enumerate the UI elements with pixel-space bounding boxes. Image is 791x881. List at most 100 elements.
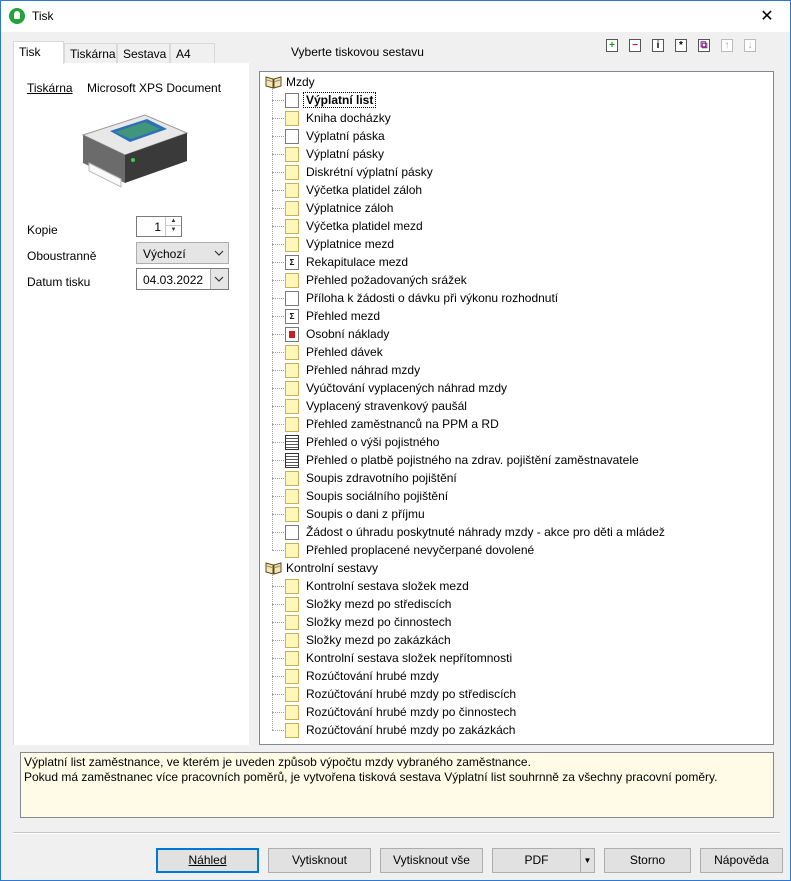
tree-item[interactable]: Vyplacený stravenkový paušál xyxy=(260,397,770,415)
tab-sestava[interactable]: Sestava xyxy=(117,43,170,63)
tree-item-label: Rozúčtování hrubé mzdy po činnostech xyxy=(306,705,517,719)
tree-group[interactable]: Mzdy xyxy=(260,73,770,91)
tree-item[interactable]: Diskrétní výplatní pásky xyxy=(260,163,770,181)
tree-item[interactable]: Σ Rekapitulace mezd xyxy=(260,253,770,271)
tree-item[interactable]: Osobní náklady xyxy=(260,325,770,343)
date-label: Datum tisku xyxy=(27,275,91,289)
folder-icon xyxy=(285,705,299,720)
tree-item[interactable]: Přehled o výši pojistného xyxy=(260,433,770,451)
tree-connector xyxy=(272,190,284,191)
tree-item[interactable]: Výčetka platidel mezd xyxy=(260,217,770,235)
tree-item[interactable]: Soupis zdravotního pojištění xyxy=(260,469,770,487)
tree-item[interactable]: Výplatní páska xyxy=(260,127,770,145)
folder-icon xyxy=(285,651,299,666)
tree-item-label: Rozúčtování hrubé mzdy xyxy=(306,669,439,683)
move-down-icon[interactable]: ↓ xyxy=(744,39,756,52)
tree-item[interactable]: Výplatní list xyxy=(260,91,770,109)
description-line: Pokud má zaměstnanec více pracovních pom… xyxy=(24,770,718,784)
tree-item[interactable]: Složky mezd po činnostech xyxy=(260,613,770,631)
tree-connector xyxy=(272,370,284,371)
tree-item[interactable]: Rozúčtování hrubé mzdy po činnostech xyxy=(260,703,770,721)
tree-item[interactable]: Soupis sociálního pojištění xyxy=(260,487,770,505)
tree-item[interactable]: Výčetka platidel záloh xyxy=(260,181,770,199)
add-icon[interactable]: + xyxy=(606,39,618,52)
copies-value: 1 xyxy=(154,220,161,234)
report-tree[interactable]: Mzdy Výplatní list Kniha docházky Výplatní … xyxy=(259,71,774,745)
tree-item[interactable]: Kontrolní sestava složek mezd xyxy=(260,577,770,595)
properties-icon[interactable]: * xyxy=(675,39,687,52)
printer-link[interactable]: Tiskárna xyxy=(27,81,73,95)
spin-down-icon[interactable]: ▼ xyxy=(166,226,181,235)
tree-item[interactable]: Přehled náhrad mzdy xyxy=(260,361,770,379)
date-dropdown-button[interactable] xyxy=(210,269,228,289)
tree-connector xyxy=(272,154,284,155)
tree-item[interactable]: Přehled požadovaných srážek xyxy=(260,271,770,289)
chevron-down-icon xyxy=(214,276,224,282)
print-all-button[interactable]: Vytisknout vše xyxy=(380,848,483,873)
tree-item[interactable]: Příloha k žádosti o dávku při výkonu roz… xyxy=(260,289,770,307)
tree-item[interactable]: Přehled zaměstnanců na PPM a RD xyxy=(260,415,770,433)
move-up-icon[interactable]: ↑ xyxy=(721,39,733,52)
report-icon xyxy=(285,327,299,342)
tree-item[interactable]: Výplatní pásky xyxy=(260,145,770,163)
tree-connector xyxy=(272,658,284,659)
tab-tisk[interactable]: Tisk xyxy=(13,41,64,64)
tree-item[interactable]: Rozúčtování hrubé mzdy po zakázkách xyxy=(260,721,770,739)
tree-item-label: Vyúčtování vyplacených náhrad mzdy xyxy=(306,381,507,395)
tree-connector xyxy=(272,100,284,101)
tree-item[interactable]: Vyúčtování vyplacených náhrad mzdy xyxy=(260,379,770,397)
tree-item[interactable]: Rozúčtování hrubé mzdy po střediscích xyxy=(260,685,770,703)
cancel-button[interactable]: Storno xyxy=(604,848,691,873)
tree-item[interactable]: Výplatnice mezd xyxy=(260,235,770,253)
tab-tiskarna[interactable]: Tiskárna xyxy=(64,43,117,63)
tree-connector xyxy=(272,316,284,317)
folder-icon xyxy=(285,273,299,288)
folder-icon xyxy=(285,543,299,558)
page-icon xyxy=(285,291,299,306)
remove-icon[interactable]: − xyxy=(629,39,641,52)
copies-stepper[interactable]: 1 ▲ ▼ xyxy=(136,216,182,237)
pdf-button[interactable]: PDF ▼ xyxy=(492,848,595,873)
copy-icon[interactable]: ⧉ xyxy=(698,39,710,52)
print-date-field[interactable]: 04.03.2022 xyxy=(136,268,229,290)
book-icon xyxy=(265,561,282,575)
close-button[interactable]: ✕ xyxy=(744,1,790,32)
folder-icon xyxy=(285,111,299,126)
tree-connector xyxy=(272,424,284,425)
book-icon xyxy=(265,75,282,89)
tree-guide-line xyxy=(272,575,273,730)
document-lines-icon xyxy=(285,435,299,450)
tree-item[interactable]: Žádost o úhradu poskytnuté náhrady mzdy … xyxy=(260,523,770,541)
tree-item[interactable]: Soupis o dani z příjmu xyxy=(260,505,770,523)
print-button[interactable]: Vytisknout xyxy=(268,848,371,873)
tree-item[interactable]: Složky mezd po zakázkách xyxy=(260,631,770,649)
duplex-select[interactable]: Výchozí xyxy=(136,242,229,264)
tree-item[interactable]: Rozúčtování hrubé mzdy xyxy=(260,667,770,685)
folder-icon xyxy=(285,633,299,648)
tree-item[interactable]: Σ Přehled mezd xyxy=(260,307,770,325)
folder-icon xyxy=(285,165,299,180)
chevron-down-icon xyxy=(214,250,224,256)
tree-item-label: Soupis sociálního pojištění xyxy=(306,489,449,503)
tree-connector xyxy=(272,298,284,299)
tree-item[interactable]: Složky mezd po střediscích xyxy=(260,595,770,613)
tree-item[interactable]: Přehled o platbě pojistného na zdrav. po… xyxy=(260,451,770,469)
tree-item-label: Kontrolní sestava složek nepřítomnosti xyxy=(306,651,513,665)
chevron-down-icon[interactable]: ▼ xyxy=(580,849,594,872)
tree-item-label: Výplatní pásky xyxy=(306,147,385,161)
tree-item[interactable]: Přehled proplacené nevyčerpané dovolené xyxy=(260,541,770,559)
tab-a4[interactable]: A4 xyxy=(170,43,215,63)
spin-up-icon[interactable]: ▲ xyxy=(166,217,181,226)
duplex-label: Oboustranně xyxy=(27,249,97,263)
preview-button[interactable]: Náhled xyxy=(156,848,259,873)
tree-item[interactable]: Přehled dávek xyxy=(260,343,770,361)
tree-item[interactable]: Kniha docházky xyxy=(260,109,770,127)
tree-group[interactable]: Kontrolní sestavy xyxy=(260,559,770,577)
tree-item[interactable]: Výplatnice záloh xyxy=(260,199,770,217)
help-button[interactable]: Nápověda xyxy=(700,848,783,873)
tree-item[interactable]: Kontrolní sestava složek nepřítomnosti xyxy=(260,649,770,667)
folder-icon xyxy=(285,669,299,684)
info-icon[interactable]: i xyxy=(652,39,664,52)
spin-buttons: ▲ ▼ xyxy=(165,217,181,236)
report-heading: Vyberte tiskovou sestavu xyxy=(291,45,424,59)
